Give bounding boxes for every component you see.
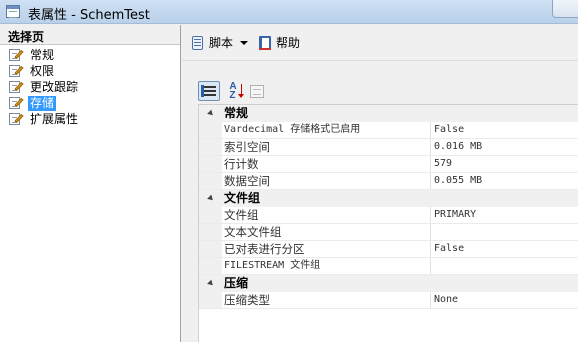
property-row[interactable]: 索引空间 0.016 MB [199, 139, 578, 156]
collapse-icon[interactable] [206, 279, 215, 287]
property-page-icon [8, 64, 24, 78]
title-bar[interactable]: 表属性 - SchemTest [0, 0, 578, 24]
property-pages-button[interactable] [246, 81, 268, 101]
sort-az-icon: AZ [229, 82, 244, 101]
property-row[interactable]: FILESTREAM 文件组 [199, 258, 578, 275]
property-value: 0.016 MB [434, 141, 483, 152]
property-value [431, 258, 578, 274]
script-label: 脚本 [209, 36, 234, 50]
page-content: 脚本 帮助 AZ 常规 Vardecimal 存储格式已启用 False 索引空… [182, 25, 578, 342]
property-name: 行计数 [222, 156, 431, 172]
property-value: PRIMARY [434, 209, 477, 220]
page-item-extended-properties[interactable]: 扩展属性 [0, 111, 180, 127]
property-name: 压缩类型 [222, 292, 431, 308]
select-page-panel: 选择页 常规 权限 更改跟踪 存储 扩展属性 [0, 25, 181, 342]
script-icon [190, 35, 206, 51]
help-book-icon [257, 35, 273, 51]
property-row[interactable]: 数据空间 0.055 MB [199, 173, 578, 190]
collapse-icon[interactable] [206, 109, 215, 117]
page-item-storage[interactable]: 存储 [0, 95, 180, 111]
property-value [431, 224, 578, 240]
property-name: FILESTREAM 文件组 [222, 258, 431, 274]
alphabetical-button[interactable]: AZ [222, 81, 244, 101]
help-button[interactable]: 帮助 [254, 32, 303, 54]
property-name: Vardecimal 存储格式已启用 [222, 122, 431, 138]
property-row[interactable]: 已对表进行分区 False [199, 241, 578, 258]
property-grid: 常规 Vardecimal 存储格式已启用 False 索引空间 0.016 M… [198, 104, 578, 342]
window-icon [6, 5, 20, 18]
property-page-icon [8, 112, 24, 126]
property-row[interactable]: 文本文件组 [199, 224, 578, 241]
property-page-icon [8, 96, 24, 110]
property-name: 已对表进行分区 [222, 241, 431, 257]
category-label: 压缩 [224, 276, 249, 290]
close-button[interactable] [552, 0, 578, 18]
page-item-general[interactable]: 常规 [0, 47, 180, 63]
category-row[interactable]: 压缩 [199, 275, 578, 292]
page-item-label: 存储 [28, 95, 57, 111]
property-row[interactable]: 行计数 579 [199, 156, 578, 173]
page-item-label: 更改跟踪 [30, 79, 79, 94]
property-pages-icon [250, 84, 264, 98]
category-row[interactable]: 文件组 [199, 190, 578, 207]
page-item-label: 常规 [30, 47, 55, 62]
select-page-header: 选择页 [0, 25, 180, 45]
page-item-permissions[interactable]: 权限 [0, 63, 180, 79]
window-title: 表属性 - SchemTest [28, 8, 150, 23]
property-grid-toolbar: AZ [198, 80, 270, 102]
page-item-change-tracking[interactable]: 更改跟踪 [0, 79, 180, 95]
property-value: False [434, 124, 465, 135]
page-list: 常规 权限 更改跟踪 存储 扩展属性 [0, 45, 180, 127]
script-button[interactable]: 脚本 [187, 32, 236, 54]
collapse-icon[interactable] [206, 194, 215, 202]
script-dropdown-arrow[interactable] [240, 40, 249, 45]
categorized-button[interactable] [198, 81, 220, 101]
property-name: 文本文件组 [222, 224, 431, 240]
help-label: 帮助 [276, 36, 301, 50]
property-name: 文件组 [222, 207, 431, 223]
property-page-icon [8, 80, 24, 94]
property-value: 0.055 MB [434, 175, 483, 186]
page-item-label: 权限 [30, 63, 55, 78]
property-name: 索引空间 [222, 139, 431, 155]
page-item-label: 扩展属性 [30, 111, 79, 126]
property-name: 数据空间 [222, 173, 431, 189]
property-row[interactable]: Vardecimal 存储格式已启用 False [199, 122, 578, 139]
toolbar: 脚本 帮助 [182, 25, 578, 61]
property-page-icon [8, 48, 24, 62]
property-row[interactable]: 文件组 PRIMARY [199, 207, 578, 224]
property-value: False [434, 243, 465, 254]
category-label: 常规 [224, 106, 249, 120]
property-value: None [434, 294, 459, 305]
category-row[interactable]: 常规 [199, 105, 578, 122]
property-row[interactable]: 压缩类型 None [199, 292, 578, 309]
category-label: 文件组 [224, 191, 261, 205]
categorized-icon [201, 85, 216, 97]
property-value: 579 [434, 158, 453, 169]
